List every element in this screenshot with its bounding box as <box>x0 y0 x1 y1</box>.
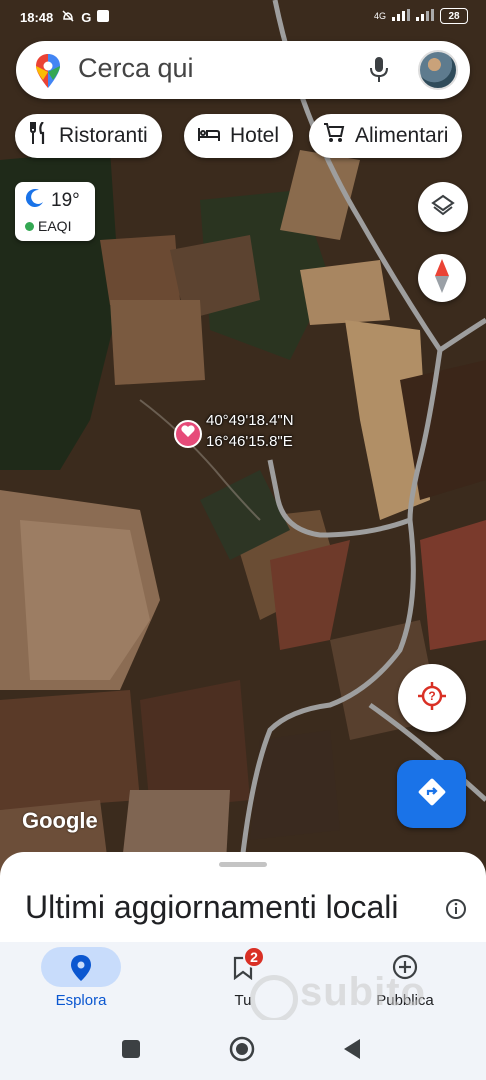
weather-widget[interactable]: 19° EAQI <box>15 182 95 241</box>
directions-icon <box>418 778 446 811</box>
microphone-icon[interactable] <box>370 57 388 88</box>
watermark-text: subito <box>300 970 426 1014</box>
layers-icon <box>431 193 455 222</box>
status-time: 18:48 <box>20 9 54 25</box>
bed-icon <box>198 124 230 148</box>
status-right: 4G 28 <box>374 8 468 24</box>
weather-temperature: 19° <box>51 190 80 211</box>
signal-icon-2 <box>416 8 434 24</box>
coords-latitude: 40°49'18.4"N <box>206 412 294 429</box>
recents-button[interactable] <box>121 1039 141 1064</box>
fork-knife-icon <box>29 121 59 150</box>
aqi-label: EAQI <box>38 218 72 234</box>
home-button[interactable] <box>229 1036 255 1067</box>
dropped-pin[interactable] <box>174 420 202 448</box>
signal-icon <box>392 8 410 24</box>
info-icon[interactable] <box>445 898 467 925</box>
sheet-title: Ultimi aggiornamenti locali <box>25 889 399 925</box>
directions-button[interactable] <box>397 760 466 828</box>
status-bar: 18:48 G 4G 28 <box>0 0 486 34</box>
pin-coordinates: 40°49'18.4"N 16°46'15.8"E <box>206 410 294 452</box>
search-bar[interactable]: Cerca qui <box>16 41 470 99</box>
bottom-sheet[interactable]: Ultimi aggiornamenti locali <box>0 852 486 952</box>
chip-label: Hotel <box>230 124 280 147</box>
google-maps-pin-icon <box>36 54 60 93</box>
chip-label: Ristoranti <box>59 124 148 147</box>
do-not-disturb-icon <box>61 9 75 26</box>
heart-icon <box>181 425 195 443</box>
my-location-button[interactable]: ? <box>398 664 466 732</box>
moon-icon <box>25 188 45 214</box>
system-navigation-bar <box>0 1020 486 1080</box>
search-input[interactable]: Cerca qui <box>78 53 194 84</box>
chip-label: Alimentari <box>355 124 449 147</box>
location-pin-icon <box>71 955 91 986</box>
compass-button[interactable] <box>418 254 466 302</box>
watermark-logo <box>250 975 298 1023</box>
google-icon: G <box>81 9 92 25</box>
location-target-icon: ? <box>418 681 446 715</box>
chip-hotel[interactable]: Hotel <box>184 114 294 158</box>
aqi-indicator-dot <box>25 221 34 231</box>
compass-icon <box>435 258 449 298</box>
cart-icon <box>323 122 355 150</box>
nav-label-esplora: Esplora <box>55 992 107 1009</box>
notification-badge: 2 <box>243 946 265 968</box>
layers-button[interactable] <box>418 182 468 232</box>
app-icon <box>97 9 110 25</box>
avatar[interactable] <box>418 50 458 90</box>
chip-alimentari[interactable]: Alimentari <box>309 114 463 158</box>
sheet-drag-handle[interactable] <box>219 862 267 867</box>
battery-indicator: 28 <box>440 8 468 24</box>
svg-text:?: ? <box>428 689 435 703</box>
back-button[interactable] <box>342 1038 362 1065</box>
coords-longitude: 16°46'15.8"E <box>206 433 293 450</box>
nav-esplora[interactable]: Esplora <box>21 942 141 1020</box>
chip-ristoranti[interactable]: Ristoranti <box>15 114 162 158</box>
google-attribution: Google <box>22 808 98 833</box>
network-type: 4G <box>373 11 386 21</box>
